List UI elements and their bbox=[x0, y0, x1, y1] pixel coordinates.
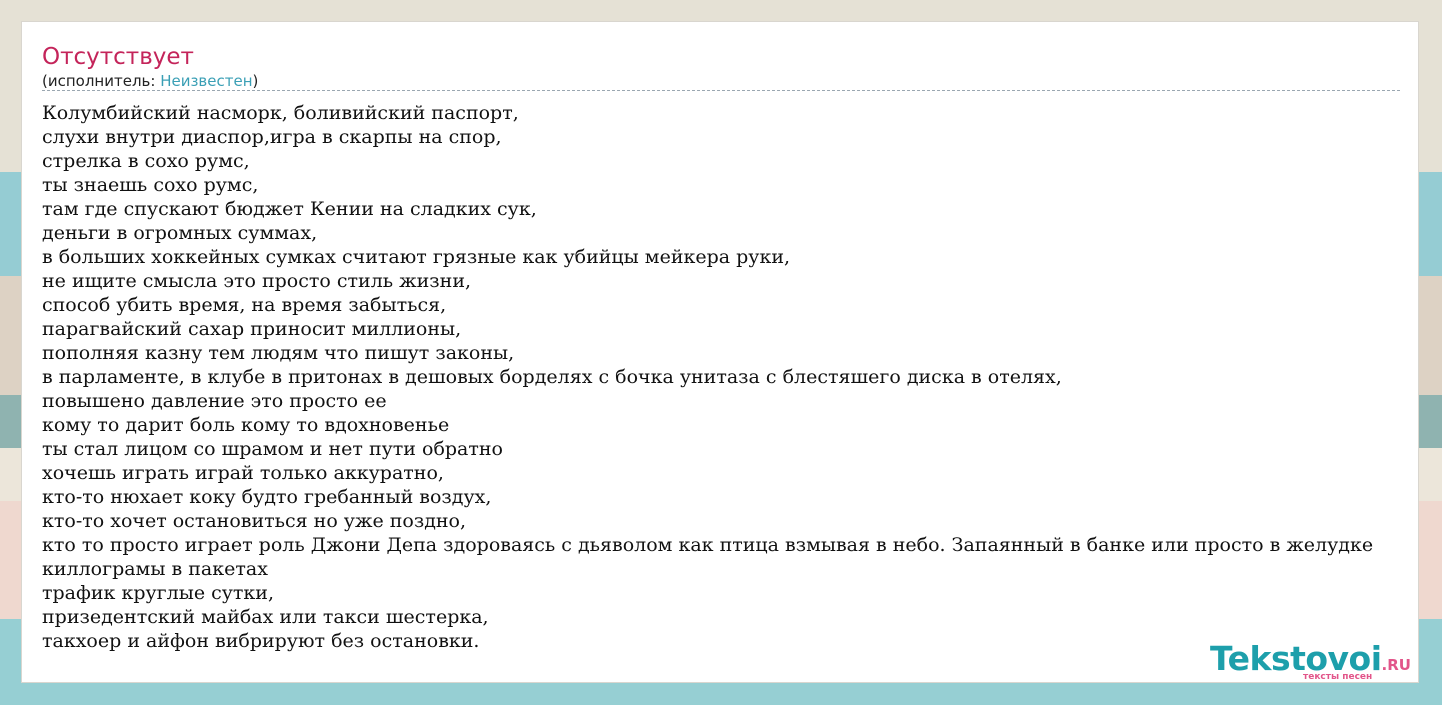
lyrics-line: слухи внутри диаспор,игра в скарпы на сп… bbox=[42, 126, 502, 148]
lyrics-line: способ убить время, на время забыться, bbox=[42, 294, 447, 316]
lyrics-line: кому то дарит боль кому то вдохновенье bbox=[42, 414, 450, 436]
lyrics-line: призедентский майбах или такси шестерка, bbox=[42, 606, 489, 628]
lyrics-text: Колумбийский насморк, боливийский паспор… bbox=[42, 101, 1373, 653]
logo-tagline: тексты песен bbox=[1303, 672, 1373, 682]
lyrics-line: ты знаешь сохо румс, bbox=[42, 174, 259, 196]
performer-prefix: (исполнитель: bbox=[42, 72, 161, 90]
lyrics-line: кто-то хочет остановиться но уже поздно, bbox=[42, 510, 467, 532]
performer-link[interactable]: Неизвестен bbox=[160, 72, 252, 90]
lyrics-line: киллограмы в пакетах bbox=[42, 558, 268, 580]
lyrics-line: Колумбийский насморк, боливийский паспор… bbox=[42, 102, 519, 124]
lyrics-line: такхоер и айфон вибрируют без остановки. bbox=[42, 630, 480, 652]
logo-tld: .RU bbox=[1381, 656, 1411, 674]
lyrics-line: кто то просто играет роль Джони Депа здо… bbox=[42, 534, 1374, 556]
lyrics-line: пополняя казну тем людям что пишут закон… bbox=[42, 342, 515, 364]
lyrics-line: трафик круглые сутки, bbox=[42, 582, 275, 604]
lyrics-line: не ищите смысла это просто стиль жизни, bbox=[42, 270, 472, 292]
lyrics-card: Отсутствует (исполнитель: Неизвестен) Ко… bbox=[21, 21, 1419, 683]
lyrics-line: хочешь играть играй только аккуратно, bbox=[42, 462, 444, 484]
song-title: Отсутствует bbox=[42, 44, 194, 70]
lyrics-line: парагвайский сахар приносит миллионы, bbox=[42, 318, 462, 340]
lyrics-line: в больших хоккейных сумках считают грязн… bbox=[42, 246, 791, 268]
lyrics-line: кто-то нюхает коку будто гребанный возду… bbox=[42, 486, 492, 508]
lyrics-line: повышено давление это просто ее bbox=[42, 390, 387, 412]
lyrics-line: в парламенте, в клубе в притонах в дешов… bbox=[42, 366, 1062, 388]
performer-line: (исполнитель: Неизвестен) bbox=[42, 71, 258, 91]
divider bbox=[42, 90, 1400, 91]
lyrics-line: там где спускают бюджет Кении на сладких… bbox=[42, 198, 537, 220]
lyrics-line: ты стал лицом со шрамом и нет пути обрат… bbox=[42, 438, 503, 460]
lyrics-line: стрелка в сохо румс, bbox=[42, 150, 250, 172]
performer-suffix: ) bbox=[252, 72, 259, 90]
lyrics-line: деньги в огромных суммах, bbox=[42, 222, 318, 244]
site-logo[interactable]: Tekstovoi.RU тексты песен bbox=[1210, 640, 1420, 686]
